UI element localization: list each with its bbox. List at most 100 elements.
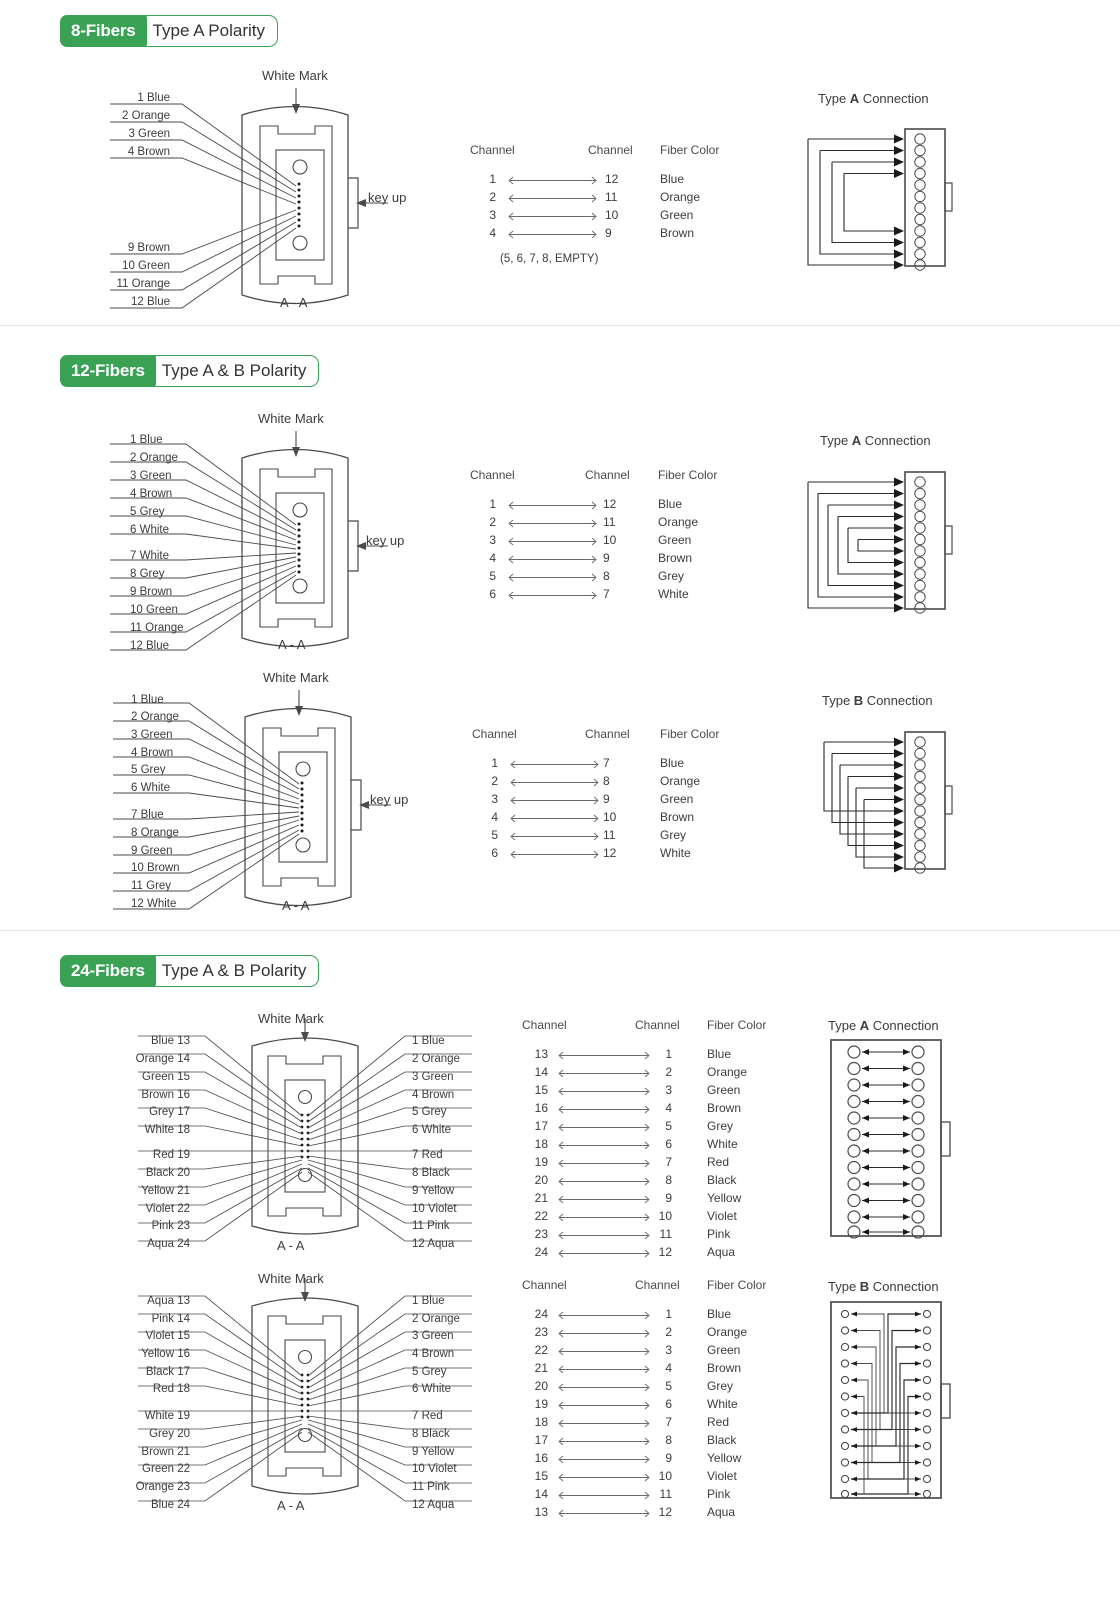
white-mark-label-12f-b: White Mark [263,670,329,685]
fiber-label: 11 Pink [412,1220,450,1232]
table-row: 16 9 Yellow [522,1451,762,1469]
key-up-label-8f: key up [368,190,407,205]
table-header-channel-left: Channel [522,1278,567,1292]
fiber-label: 2 Orange [131,711,179,723]
fiber-label: Red 19 [152,1149,190,1161]
section-cut-label-12f-a: A - A [278,637,306,652]
connection-type-letter: A [851,433,862,448]
key-up-label-12f-a: key up [366,533,405,548]
table-row: 2 8 Orange [472,774,712,792]
empty-channels-note-8f: (5, 6, 7, 8, EMPTY) [500,253,599,265]
fiber-label: Violet 22 [145,1203,190,1215]
channel-from: 22 [534,1343,548,1357]
type-b-connection-diagram-12f [810,728,960,883]
fiber-label: Black 17 [145,1366,190,1378]
channel-to: 10 [605,208,619,222]
channel-to: 12 [603,497,617,511]
fiber-label: 10 Violet [412,1203,457,1215]
channel-to: 10 [603,810,617,824]
fiber-label: 1 Blue [412,1035,445,1047]
channel-to: 11 [659,1227,672,1241]
fiber-color: Blue [707,1307,732,1321]
section-badge-12-fibers: 12-Fibers [60,355,156,387]
connection-type-letter: B [859,1279,870,1294]
fiber-label: 12 Blue [130,640,170,652]
fiber-color: Black [707,1173,737,1187]
table-row: 6 7 White [470,587,710,605]
channel-from: 23 [534,1227,548,1241]
fiber-label: 10 Green [122,260,170,272]
channel-to: 2 [665,1325,672,1339]
table-header-channel-right: Channel [635,1278,680,1292]
channel-to: 9 [605,226,612,240]
fiber-label: 12 Aqua [412,1238,455,1250]
table-header-channel-left: Channel [472,727,517,741]
fiber-color: Grey [707,1379,734,1393]
connection-title-8f: Type A Connection [818,91,929,106]
channel-to: 4 [665,1361,672,1375]
channel-to: 7 [603,756,610,770]
fiber-label: 3 Green [412,1330,454,1342]
channel-from: 16 [534,1101,548,1115]
fiber-color: Brown [660,810,695,824]
table-row: 14 11 Pink [522,1487,762,1505]
fiber-label: 12 Aqua [412,1499,455,1511]
table-row: 1 7 Blue [472,756,712,774]
fiber-color: White [660,846,691,860]
fiber-color: Red [707,1415,730,1429]
channel-from: 4 [489,551,496,565]
channel-map-table-24f-a: Channel Channel Fiber Color 13 1 Blue 14… [522,1018,766,1263]
channel-to: 4 [665,1101,672,1115]
channel-to: 6 [665,1397,672,1411]
table-row: 19 7 Red [522,1155,762,1173]
fiber-color: Orange [707,1065,748,1079]
channel-to: 9 [665,1451,672,1465]
fiber-color: White [707,1397,738,1411]
fiber-label: 5 Grey [130,506,165,518]
connection-title-24f-a: Type A Connection [828,1018,939,1033]
channel-from: 19 [534,1397,548,1411]
channel-to: 9 [603,551,610,565]
fiber-label: 1 Blue [130,434,163,446]
fiber-label: 3 Green [130,470,172,482]
fiber-color: Blue [707,1047,732,1061]
table-header-fiber-color: Fiber Color [660,727,720,741]
fiber-color: Black [707,1433,737,1447]
section-cut-label-12f-b: A - A [282,898,310,913]
fiber-color: Green [660,792,694,806]
channel-from: 23 [534,1325,548,1339]
fiber-label: 5 Grey [412,1106,447,1118]
fiber-label: 1 Blue [412,1295,445,1307]
fiber-label: Blue 24 [150,1499,190,1511]
channel-to: 5 [665,1379,672,1393]
section-cut-label-24f-a: A - A [277,1238,305,1253]
fiber-label: 12 Blue [130,296,170,308]
table-row: 22 3 Green [522,1343,762,1361]
fiber-label: 8 Black [412,1167,450,1179]
fiber-label: 12 White [131,898,177,910]
fiber-label: 11 Orange [130,622,184,634]
channel-from: 19 [534,1155,548,1169]
fiber-label: 11 Orange [116,278,171,290]
channel-from: 20 [534,1173,548,1187]
table-row: 3 10 Green [470,208,710,226]
connection-title-pre: Type [820,433,852,448]
fiber-label: Yellow 21 [141,1185,190,1197]
channel-to: 5 [665,1119,672,1133]
table-row: 4 9 Brown [470,551,710,569]
channel-from: 3 [491,792,498,806]
fiber-label: Yellow 16 [141,1348,190,1360]
channel-to: 12 [658,1245,672,1259]
fiber-label: Brown 16 [141,1089,190,1101]
fiber-color: Aqua [707,1245,736,1259]
table-row: 24 1 Blue [522,1307,762,1325]
fiber-label: 7 Blue [131,809,164,821]
fiber-polarity-diagram-page: 8-Fibers Type A Polarity White Mark key … [0,0,1120,1607]
table-row: 22 10 Violet [522,1209,762,1227]
fiber-label: Aqua 13 [147,1295,190,1307]
channel-to: 9 [665,1191,672,1205]
fiber-label: 2 Orange [122,110,170,122]
table-header-fiber-color: Fiber Color [660,143,720,157]
fiber-color: Green [707,1343,741,1357]
channel-to: 7 [665,1155,672,1169]
